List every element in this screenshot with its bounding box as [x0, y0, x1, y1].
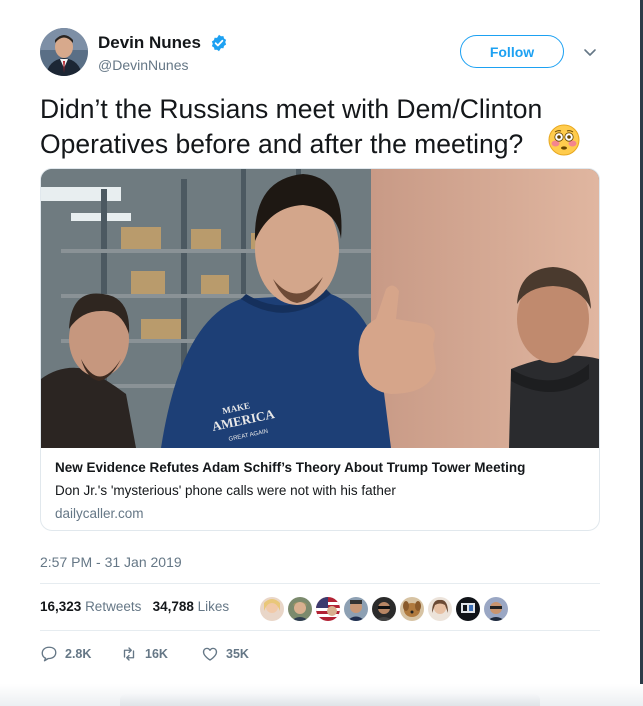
retweets-stat[interactable]: 16,323 Retweets [40, 599, 141, 614]
liker-avatar[interactable] [287, 596, 313, 622]
liker-avatar[interactable] [259, 596, 285, 622]
retweets-label: Retweets [85, 599, 142, 614]
flushed-face-emoji [548, 124, 580, 156]
user-handle[interactable]: @DevinNunes [98, 57, 188, 73]
card-image[interactable]: MAKE AMERICA GREAT AGAIN [41, 169, 599, 448]
retweet-icon [123, 647, 135, 661]
liker-avatar[interactable] [455, 596, 481, 622]
likes-stat[interactable]: 34,788 Likes [153, 599, 230, 614]
likes-count: 34,788 [152, 599, 194, 614]
user-display-name[interactable]: Devin Nunes [98, 33, 201, 53]
dock-edge [0, 684, 643, 706]
card-title[interactable]: New Evidence Refutes Adam Schiff’s Theor… [55, 460, 525, 475]
like-count: 35K [226, 647, 249, 661]
liker-avatar[interactable] [371, 596, 397, 622]
verified-badge-icon [210, 34, 228, 52]
likes-label: Likes [197, 599, 230, 614]
liker-avatar[interactable] [399, 596, 425, 622]
liker-avatar[interactable] [343, 596, 369, 622]
chevron-down-icon[interactable] [582, 44, 598, 60]
liker-avatar[interactable] [483, 596, 509, 622]
link-card[interactable]: MAKE AMERICA GREAT AGAIN New Evidence Re… [40, 168, 600, 531]
avatar[interactable] [40, 28, 88, 76]
reply-button[interactable]: 2.8K [40, 645, 91, 663]
tweet-timestamp[interactable]: 2:57 PM - 31 Jan 2019 [40, 554, 182, 570]
liker-avatar[interactable] [427, 596, 453, 622]
retweet-count: 16K [145, 647, 168, 661]
reply-count: 2.8K [65, 647, 92, 661]
divider [40, 583, 600, 584]
tweet-text: Didn’t the Russians meet with Dem/Clinto… [40, 94, 543, 159]
liker-avatar[interactable] [315, 596, 341, 622]
like-button[interactable]: 35K [201, 645, 249, 663]
retweet-button[interactable]: 16K [120, 645, 168, 663]
tweet-stats: 16,323 Retweets 34,788 Likes [40, 599, 229, 614]
heart-icon [202, 647, 218, 661]
divider [40, 630, 600, 631]
retweets-count: 16,323 [40, 599, 82, 614]
card-domain[interactable]: dailycaller.com [55, 506, 144, 521]
card-description: Don Jr.'s 'mysterious' phone calls were … [55, 483, 396, 498]
reply-icon [41, 646, 57, 662]
follow-button[interactable]: Follow [460, 35, 564, 68]
